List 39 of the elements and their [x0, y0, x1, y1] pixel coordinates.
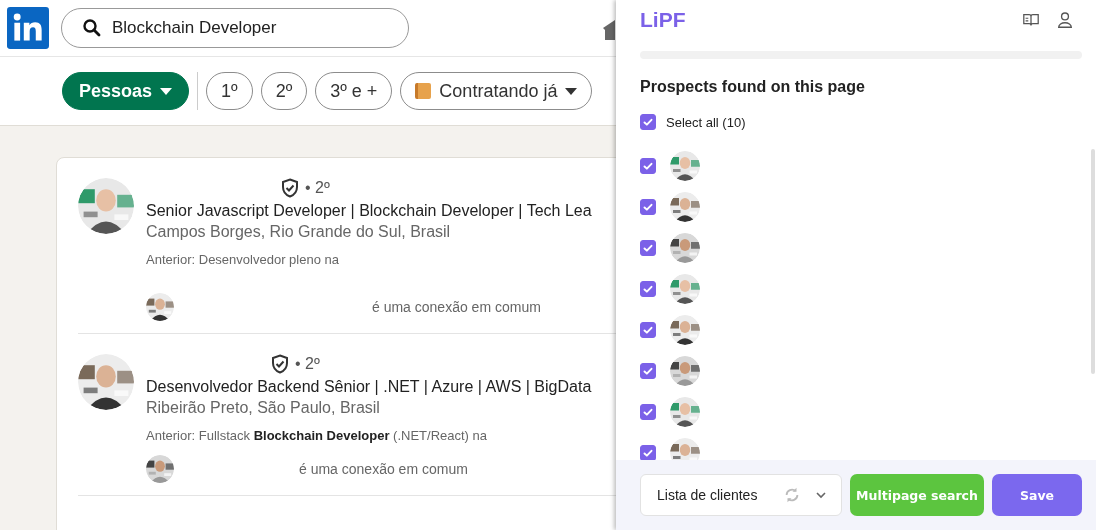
checkbox[interactable]	[640, 281, 656, 297]
linkedin-logo[interactable]	[7, 7, 49, 49]
filter-button[interactable]: Pessoas	[62, 72, 190, 110]
checkbox[interactable]	[640, 445, 656, 460]
section-heading: Prospects found on this page	[640, 78, 866, 96]
mutual-connection-text: é uma conexão em comum	[299, 461, 468, 477]
list-dropdown[interactable]: Lista de clientes	[640, 474, 842, 516]
app-logo: LiPF	[640, 8, 686, 32]
filter-button[interactable]: 3º e +	[315, 72, 393, 110]
checkbox-label: Select all (10)	[666, 114, 746, 130]
connection-degree: • 2º	[295, 355, 320, 373]
checkbox[interactable]	[640, 363, 656, 379]
checkbox[interactable]	[640, 199, 656, 215]
chevron-down-icon	[815, 491, 827, 499]
search-icon	[82, 18, 102, 38]
profile-location: Ribeirão Preto, São Paulo, Brasil	[146, 399, 381, 417]
hiring-icon	[415, 83, 432, 99]
filter-button[interactable]: 2º	[260, 72, 308, 110]
checkbox[interactable]	[640, 158, 656, 174]
mutual-connection-text: é uma conexão em comum	[372, 299, 541, 315]
profile-location: Campos Borges, Rio Grande do Sul, Brasil	[146, 223, 452, 241]
profile-headline[interactable]: Desenvolvedor Backend Sênior | .NET | Azure | AWS | BigData	[146, 378, 592, 396]
checkbox[interactable]	[640, 322, 656, 338]
verified-shield-icon	[270, 354, 290, 374]
verified-shield-icon	[280, 178, 300, 198]
profile-headline[interactable]: Senior Javascript Developer | Blockchain Developer | Tech Lea	[146, 202, 592, 220]
checkbox[interactable]	[640, 404, 656, 420]
checkbox[interactable]	[640, 114, 656, 130]
filter-button[interactable]: 1º	[206, 72, 253, 110]
checkbox[interactable]	[640, 240, 656, 256]
connection-degree: • 2º	[305, 179, 330, 197]
user-icon[interactable]	[1056, 11, 1074, 29]
filter-button[interactable]: Contratando já	[400, 72, 593, 110]
scrollbar[interactable]	[1091, 149, 1095, 374]
save-button[interactable]: Save	[992, 474, 1082, 516]
profile-snippet: Anterior: Fullstack Blockchain Developer (.NET/React) na	[146, 428, 488, 443]
profile-snippet: Anterior: Desenvolvedor pleno na	[146, 252, 340, 267]
caret-icon	[565, 87, 578, 95]
caret-icon	[160, 87, 173, 95]
